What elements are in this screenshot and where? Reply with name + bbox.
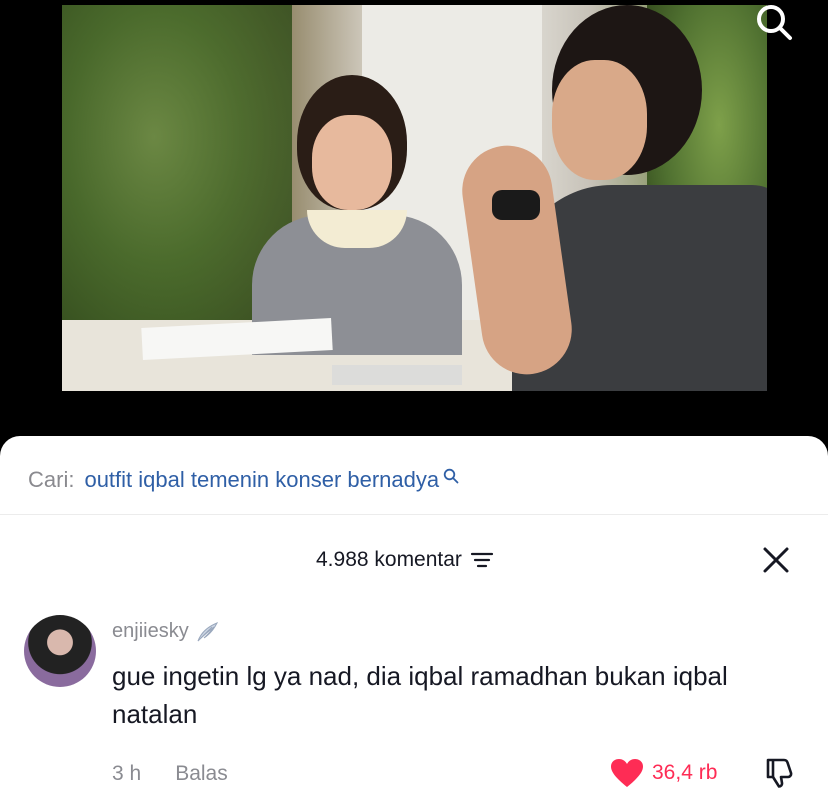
comment-username[interactable]: enjiiesky [112, 620, 219, 643]
username-label: enjiiesky [112, 620, 189, 642]
reply-button[interactable]: Balas [175, 762, 228, 786]
search-suggestion[interactable]: Cari: outfit iqbal temenin konser bernad… [28, 467, 459, 493]
heart-icon [611, 759, 643, 787]
like-count: 36,4 rb [652, 761, 718, 784]
dislike-button[interactable] [762, 756, 796, 795]
like-button[interactable]: 36,4 rb [610, 758, 717, 788]
divider [0, 514, 828, 515]
comments-count[interactable]: 4.988 komentar [316, 548, 494, 572]
search-icon [443, 468, 459, 484]
avatar[interactable] [24, 615, 96, 687]
comment-text: gue ingetin lg ya nad, dia iqbal ramadha… [112, 661, 728, 729]
wing-icon [197, 621, 218, 641]
comments-count-label: 4.988 komentar [316, 548, 462, 571]
close-icon [763, 547, 789, 573]
thumbs-down-icon [766, 758, 793, 788]
close-button[interactable] [760, 544, 792, 576]
video-person-right [456, 5, 767, 391]
video-player[interactable] [0, 0, 828, 440]
comment-time: 3 h [112, 762, 142, 785]
search-icon [757, 5, 792, 40]
search-suggestion-label: Cari: [28, 467, 75, 492]
sort-icon[interactable] [470, 550, 494, 570]
search-button[interactable] [750, 0, 798, 44]
search-suggestion-query[interactable]: outfit iqbal temenin konser bernadya [84, 467, 439, 493]
video-frame [62, 5, 767, 391]
comment-meta: 3 h Balas [112, 762, 228, 786]
video-person-left [252, 75, 462, 355]
